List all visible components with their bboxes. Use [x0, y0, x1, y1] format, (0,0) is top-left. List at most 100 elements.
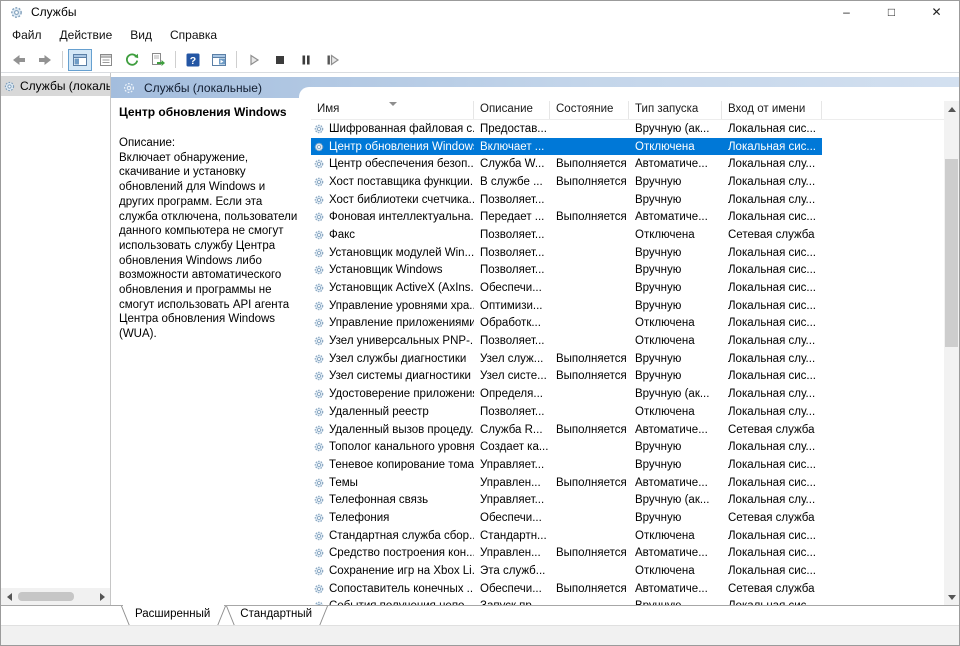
column-header-name[interactable]: Имя: [311, 101, 474, 119]
column-header-startup-type[interactable]: Тип запуска: [629, 101, 722, 119]
tree-horizontal-scrollbar[interactable]: [1, 588, 110, 605]
properties-button[interactable]: [94, 49, 118, 71]
cell-startup: Вручную: [629, 438, 722, 456]
table-row[interactable]: ТемыУправлен...ВыполняетсяАвтоматиче...Л…: [311, 474, 822, 492]
table-row[interactable]: Узел службы диагностикиУзел служ...Выпол…: [311, 350, 822, 368]
minimize-button[interactable]: –: [824, 1, 869, 23]
scroll-up-arrow-icon[interactable]: [944, 101, 959, 117]
cell-name: Хост библиотеки счетчика...: [311, 191, 474, 209]
menu-action[interactable]: Действие: [51, 25, 122, 45]
list-vertical-scrollbar[interactable]: [944, 101, 959, 605]
title-bar: Службы – □ ✕: [1, 1, 959, 23]
table-row[interactable]: Фоновая интеллектуальна...Передает ...Вы…: [311, 208, 822, 226]
column-header-status[interactable]: Состояние: [550, 101, 629, 119]
cell-startup: Вручную: [629, 279, 722, 297]
table-row[interactable]: Центр обновления WindowsВключает ...Откл…: [311, 138, 822, 156]
table-row[interactable]: Хост поставщика функции...В службе ...Вы…: [311, 173, 822, 191]
table-row[interactable]: Удаленный реестрПозволяет...ОтключенаЛок…: [311, 403, 822, 421]
menu-file[interactable]: Файл: [3, 25, 51, 45]
scrollbar-thumb[interactable]: [945, 159, 958, 347]
cell-status: [550, 456, 629, 474]
export-list-button[interactable]: [146, 49, 170, 71]
table-row[interactable]: Теневое копирование томаУправляет...Вруч…: [311, 456, 822, 474]
cell-name: Тополог канального уровня: [311, 438, 474, 456]
tab-extended[interactable]: Расширенный: [121, 606, 226, 625]
cell-logon: Локальная слу...: [722, 491, 822, 509]
cell-logon: Локальная слу...: [722, 173, 822, 191]
show-console-tree-button[interactable]: [68, 49, 92, 71]
cell-logon: Локальная сис...: [722, 244, 822, 262]
help-button[interactable]: ?: [181, 49, 205, 71]
table-row[interactable]: События получения непоЗапуск пр...Вручну…: [311, 598, 822, 605]
table-row[interactable]: Установщик ActiveX (AxIns...Обеспечи...В…: [311, 279, 822, 297]
table-row[interactable]: Узел системы диагностикиУзел систе...Вып…: [311, 368, 822, 386]
cell-startup: Вручную (ак...: [629, 491, 722, 509]
menu-help[interactable]: Справка: [161, 25, 226, 45]
table-row[interactable]: Тополог канального уровняСоздает ка...Вр…: [311, 438, 822, 456]
tree-item-services-local[interactable]: Службы (локальные): [1, 76, 110, 96]
service-gear-icon: [313, 406, 325, 418]
column-header-description[interactable]: Описание: [474, 101, 550, 119]
cell-startup: Отключена: [629, 403, 722, 421]
table-row[interactable]: Средство построения кон...Управлен...Вып…: [311, 545, 822, 563]
cell-status: [550, 226, 629, 244]
service-gear-icon: [313, 264, 325, 276]
cell-status: [550, 527, 629, 545]
stop-icon: [272, 52, 288, 68]
cell-desc: Обработк...: [474, 315, 550, 333]
table-row[interactable]: Шифрованная файловая с...Предостав...Вру…: [311, 120, 822, 138]
table-row[interactable]: Управление уровнями хра...Оптимизи...Вру…: [311, 297, 822, 315]
table-row[interactable]: ТелефонияОбеспечи...ВручнуюСетевая служб…: [311, 509, 822, 527]
services-gear-icon: [3, 80, 16, 93]
pause-service-button[interactable]: [294, 49, 318, 71]
scroll-down-arrow-icon[interactable]: [944, 589, 959, 605]
table-row[interactable]: Удаленный вызов процеду...Служба R...Вып…: [311, 421, 822, 439]
cell-name: Сохранение игр на Xbox Li...: [311, 562, 474, 580]
cell-startup: Вручную (ак...: [629, 385, 722, 403]
table-row[interactable]: Удостоверение приложенияОпределя...Вручн…: [311, 385, 822, 403]
table-row[interactable]: Центр обеспечения безоп...Служба W...Вып…: [311, 155, 822, 173]
cell-desc: Позволяет...: [474, 332, 550, 350]
forward-button[interactable]: [33, 49, 57, 71]
table-row[interactable]: ФаксПозволяет...ОтключенаСетевая служба: [311, 226, 822, 244]
cell-desc: Обеспечи...: [474, 279, 550, 297]
service-rows: Шифрованная файловая с...Предостав...Вру…: [311, 120, 959, 605]
cell-logon: Локальная сис...: [722, 279, 822, 297]
cell-desc: Определя...: [474, 385, 550, 403]
refresh-button[interactable]: [120, 49, 144, 71]
cell-name: События получения непо: [311, 598, 474, 605]
cell-desc: Служба R...: [474, 421, 550, 439]
cell-name: Телефонная связь: [311, 491, 474, 509]
tab-standard[interactable]: Стандартный: [226, 606, 328, 625]
column-header-log-on-as[interactable]: Вход от имени: [722, 101, 822, 119]
table-row[interactable]: Стандартная служба сбор...Стандартн...От…: [311, 527, 822, 545]
table-row[interactable]: Узел универсальных PNP-...Позволяет...От…: [311, 332, 822, 350]
menu-view[interactable]: Вид: [121, 25, 161, 45]
scrollbar-thumb[interactable]: [18, 592, 74, 601]
restart-service-button[interactable]: [320, 49, 344, 71]
table-row[interactable]: Телефонная связьУправляет...Вручную (ак.…: [311, 491, 822, 509]
table-row[interactable]: Сохранение игр на Xbox Li...Эта служб...…: [311, 562, 822, 580]
scroll-right-arrow-icon[interactable]: [94, 588, 110, 605]
cell-logon: Локальная сис...: [722, 297, 822, 315]
table-row[interactable]: Управление приложениямиОбработк...Отключ…: [311, 315, 822, 333]
cell-desc: Обеспечи...: [474, 580, 550, 598]
extended-view-button[interactable]: [207, 49, 231, 71]
table-row[interactable]: Хост библиотеки счетчика...Позволяет...В…: [311, 191, 822, 209]
cell-startup: Вручную: [629, 509, 722, 527]
cell-logon: Локальная сис: [722, 598, 822, 605]
table-row[interactable]: Установщик WindowsПозволяет...ВручнуюЛок…: [311, 262, 822, 280]
maximize-button[interactable]: □: [869, 1, 914, 23]
export-list-icon: [150, 52, 166, 68]
start-service-button[interactable]: [242, 49, 266, 71]
console-tree-panel: Службы (локальные): [1, 73, 111, 605]
table-row[interactable]: Установщик модулей Win...Позволяет...Вру…: [311, 244, 822, 262]
close-button[interactable]: ✕: [914, 1, 959, 23]
back-button[interactable]: [7, 49, 31, 71]
stop-service-button[interactable]: [268, 49, 292, 71]
service-gear-icon: [313, 424, 325, 436]
cell-name: Удаленный вызов процеду...: [311, 421, 474, 439]
table-row[interactable]: Сопоставитель конечных ...Обеспечи...Вып…: [311, 580, 822, 598]
cell-startup: Вручную: [629, 244, 722, 262]
scroll-left-arrow-icon[interactable]: [1, 588, 17, 605]
